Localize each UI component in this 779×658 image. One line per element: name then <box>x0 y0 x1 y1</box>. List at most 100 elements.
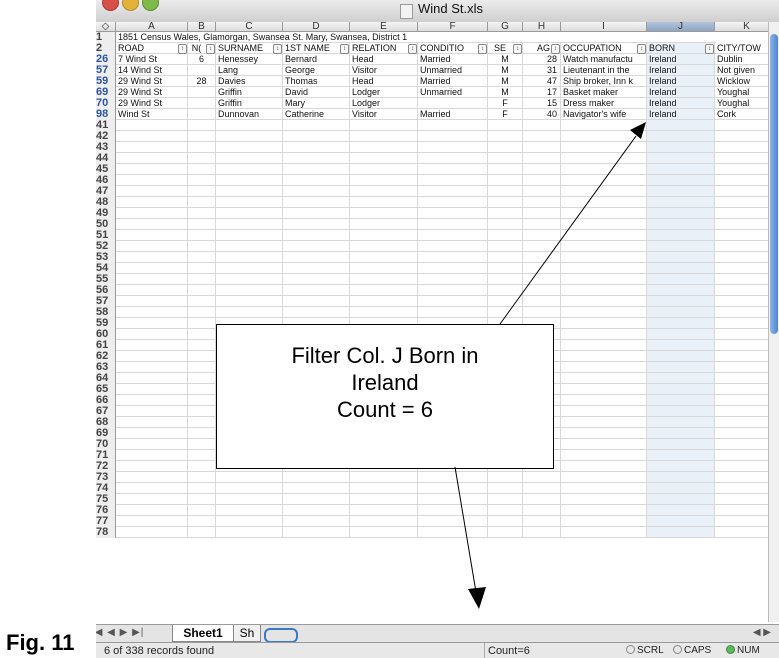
table-cell[interactable] <box>116 461 188 472</box>
table-cell[interactable] <box>418 120 488 131</box>
table-cell[interactable]: 47 <box>523 76 561 87</box>
table-cell[interactable]: Ireland <box>647 65 715 76</box>
table-cell[interactable] <box>188 87 216 98</box>
table-cell[interactable] <box>188 362 216 373</box>
table-cell[interactable] <box>283 175 350 186</box>
table-cell[interactable] <box>418 98 488 109</box>
table-cell[interactable] <box>647 274 715 285</box>
table-cell[interactable] <box>216 472 283 483</box>
table-cell[interactable] <box>488 219 523 230</box>
table-cell[interactable]: M <box>488 54 523 65</box>
table-cell[interactable] <box>561 142 647 153</box>
table-cell[interactable] <box>116 164 188 175</box>
table-cell[interactable] <box>647 252 715 263</box>
table-cell[interactable] <box>188 252 216 263</box>
table-cell[interactable] <box>647 494 715 505</box>
table-cell[interactable] <box>488 131 523 142</box>
table-cell[interactable]: 7 Wind St <box>116 54 188 65</box>
table-cell[interactable] <box>188 373 216 384</box>
table-cell[interactable] <box>216 230 283 241</box>
table-cell[interactable] <box>488 263 523 274</box>
table-cell[interactable] <box>188 109 216 120</box>
horizontal-scroll-thumb[interactable] <box>264 628 298 643</box>
table-cell[interactable]: 31 <box>523 65 561 76</box>
table-cell[interactable] <box>647 483 715 494</box>
table-cell[interactable] <box>283 307 350 318</box>
table-cell[interactable] <box>116 285 188 296</box>
table-cell[interactable] <box>116 428 188 439</box>
table-cell[interactable] <box>647 384 715 395</box>
table-cell[interactable] <box>488 175 523 186</box>
table-cell[interactable]: 17 <box>523 87 561 98</box>
table-cell[interactable] <box>216 252 283 263</box>
table-cell[interactable] <box>647 263 715 274</box>
table-cell[interactable] <box>523 483 561 494</box>
table-cell[interactable] <box>488 505 523 516</box>
table-cell[interactable] <box>418 527 488 538</box>
table-cell[interactable] <box>647 285 715 296</box>
column-header-g[interactable]: G <box>488 22 523 32</box>
table-cell[interactable] <box>188 318 216 329</box>
table-cell[interactable] <box>350 494 418 505</box>
table-cell[interactable]: Mary <box>283 98 350 109</box>
table-cell[interactable] <box>647 296 715 307</box>
table-cell[interactable] <box>647 362 715 373</box>
table-cell[interactable] <box>561 208 647 219</box>
table-cell[interactable] <box>188 516 216 527</box>
table-cell[interactable] <box>283 241 350 252</box>
table-cell[interactable] <box>561 296 647 307</box>
table-cell[interactable] <box>216 153 283 164</box>
table-cell[interactable] <box>418 296 488 307</box>
table-cell[interactable] <box>116 230 188 241</box>
table-cell[interactable] <box>418 285 488 296</box>
table-cell[interactable] <box>116 527 188 538</box>
table-cell[interactable] <box>188 384 216 395</box>
table-cell[interactable] <box>350 230 418 241</box>
table-cell[interactable] <box>116 329 188 340</box>
table-cell[interactable] <box>561 164 647 175</box>
table-cell[interactable] <box>283 219 350 230</box>
table-cell[interactable] <box>188 175 216 186</box>
table-cell[interactable] <box>216 208 283 219</box>
table-cell[interactable]: Ship broker, Inn k <box>561 76 647 87</box>
column-header-a[interactable]: A <box>116 22 188 32</box>
table-cell[interactable] <box>188 131 216 142</box>
table-cell[interactable] <box>561 494 647 505</box>
table-cell[interactable]: 6 <box>188 54 216 65</box>
table-cell[interactable] <box>523 494 561 505</box>
table-cell[interactable] <box>116 296 188 307</box>
table-cell[interactable]: F <box>488 109 523 120</box>
table-cell[interactable] <box>418 197 488 208</box>
table-cell[interactable] <box>418 131 488 142</box>
table-cell[interactable] <box>116 351 188 362</box>
table-cell[interactable] <box>561 186 647 197</box>
table-cell[interactable]: F <box>488 98 523 109</box>
table-cell[interactable] <box>350 175 418 186</box>
table-cell[interactable] <box>488 208 523 219</box>
table-cell[interactable] <box>418 307 488 318</box>
table-cell[interactable] <box>116 395 188 406</box>
table-cell[interactable] <box>523 131 561 142</box>
table-cell[interactable] <box>116 516 188 527</box>
table-cell[interactable] <box>418 483 488 494</box>
table-cell[interactable] <box>561 373 647 384</box>
table-cell[interactable] <box>116 131 188 142</box>
table-cell[interactable] <box>561 384 647 395</box>
table-cell[interactable] <box>418 274 488 285</box>
table-cell[interactable] <box>350 120 418 131</box>
table-cell[interactable]: George <box>283 65 350 76</box>
table-cell[interactable] <box>216 197 283 208</box>
table-cell[interactable] <box>523 142 561 153</box>
table-cell[interactable] <box>488 197 523 208</box>
table-cell[interactable]: Visitor <box>350 65 418 76</box>
column-header-f[interactable]: F <box>418 22 488 32</box>
table-cell[interactable] <box>283 153 350 164</box>
table-cell[interactable] <box>283 208 350 219</box>
table-cell[interactable] <box>561 362 647 373</box>
autofilter-dropdown-icon[interactable]: ↕ <box>273 44 282 54</box>
table-cell[interactable] <box>350 241 418 252</box>
table-cell[interactable] <box>116 252 188 263</box>
table-cell[interactable] <box>647 307 715 318</box>
table-cell[interactable] <box>418 516 488 527</box>
table-cell[interactable] <box>216 285 283 296</box>
